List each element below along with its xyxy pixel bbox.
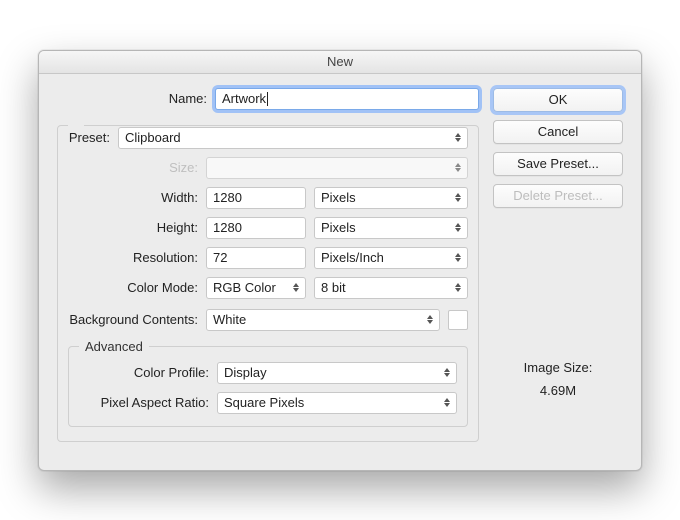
height-input[interactable]: 1280 bbox=[206, 217, 306, 239]
background-contents-value: White bbox=[213, 312, 246, 327]
width-unit-select[interactable]: Pixels bbox=[314, 187, 468, 209]
color-depth-value: 8 bit bbox=[321, 280, 346, 295]
background-contents-label: Background Contents: bbox=[68, 312, 206, 327]
color-profile-value: Display bbox=[224, 365, 267, 380]
ok-button[interactable]: OK bbox=[493, 88, 623, 112]
preset-select[interactable]: Clipboard bbox=[118, 127, 468, 149]
color-depth-select[interactable]: 8 bit bbox=[314, 277, 468, 299]
updown-icon bbox=[451, 280, 465, 296]
color-mode-label: Color Mode: bbox=[68, 280, 206, 295]
resolution-input[interactable]: 72 bbox=[206, 247, 306, 269]
resolution-value: 72 bbox=[213, 250, 227, 265]
updown-icon bbox=[423, 312, 437, 328]
resolution-label: Resolution: bbox=[68, 250, 206, 265]
preset-value: Clipboard bbox=[125, 130, 181, 145]
image-size-info: Image Size: 4.69M bbox=[493, 356, 623, 403]
updown-icon bbox=[451, 220, 465, 236]
name-input[interactable]: Artwork bbox=[215, 88, 479, 110]
updown-icon bbox=[451, 160, 465, 176]
updown-icon bbox=[440, 395, 454, 411]
height-label: Height: bbox=[68, 220, 206, 235]
width-input[interactable]: 1280 bbox=[206, 187, 306, 209]
pixel-aspect-ratio-label: Pixel Aspect Ratio: bbox=[79, 395, 217, 410]
width-label: Width: bbox=[68, 190, 206, 205]
updown-icon bbox=[289, 280, 303, 296]
height-unit-select[interactable]: Pixels bbox=[314, 217, 468, 239]
width-unit-value: Pixels bbox=[321, 190, 356, 205]
new-document-dialog: New Name: Artwork . Preset: Clipboard bbox=[38, 50, 642, 471]
name-input-value: Artwork bbox=[222, 91, 266, 106]
cancel-button[interactable]: Cancel bbox=[493, 120, 623, 144]
color-profile-select[interactable]: Display bbox=[217, 362, 457, 384]
advanced-group: Advanced Color Profile: Display Pixel As… bbox=[68, 339, 468, 427]
window-title: New bbox=[327, 54, 353, 69]
size-select bbox=[206, 157, 468, 179]
background-contents-select[interactable]: White bbox=[206, 309, 440, 331]
resolution-unit-select[interactable]: Pixels/Inch bbox=[314, 247, 468, 269]
color-profile-label: Color Profile: bbox=[79, 365, 217, 380]
updown-icon bbox=[451, 250, 465, 266]
updown-icon bbox=[451, 130, 465, 146]
image-size-label: Image Size: bbox=[493, 356, 623, 379]
height-unit-value: Pixels bbox=[321, 220, 356, 235]
color-mode-select[interactable]: RGB Color bbox=[206, 277, 306, 299]
save-preset-button[interactable]: Save Preset... bbox=[493, 152, 623, 176]
color-mode-value: RGB Color bbox=[213, 280, 276, 295]
width-value: 1280 bbox=[213, 190, 242, 205]
name-label: Name: bbox=[57, 91, 215, 106]
pixel-aspect-ratio-value: Square Pixels bbox=[224, 395, 304, 410]
image-size-value: 4.69M bbox=[493, 379, 623, 402]
preset-label: Preset: bbox=[68, 130, 118, 145]
size-label: Size: bbox=[68, 160, 206, 175]
preset-group: . Preset: Clipboard Size: W bbox=[57, 118, 479, 442]
updown-icon bbox=[451, 190, 465, 206]
delete-preset-button: Delete Preset... bbox=[493, 184, 623, 208]
text-caret bbox=[267, 92, 268, 106]
pixel-aspect-ratio-select[interactable]: Square Pixels bbox=[217, 392, 457, 414]
updown-icon bbox=[440, 365, 454, 381]
height-value: 1280 bbox=[213, 220, 242, 235]
advanced-legend: Advanced bbox=[79, 339, 149, 354]
window-titlebar: New bbox=[39, 51, 641, 74]
background-color-swatch[interactable] bbox=[448, 310, 468, 330]
resolution-unit-value: Pixels/Inch bbox=[321, 250, 384, 265]
